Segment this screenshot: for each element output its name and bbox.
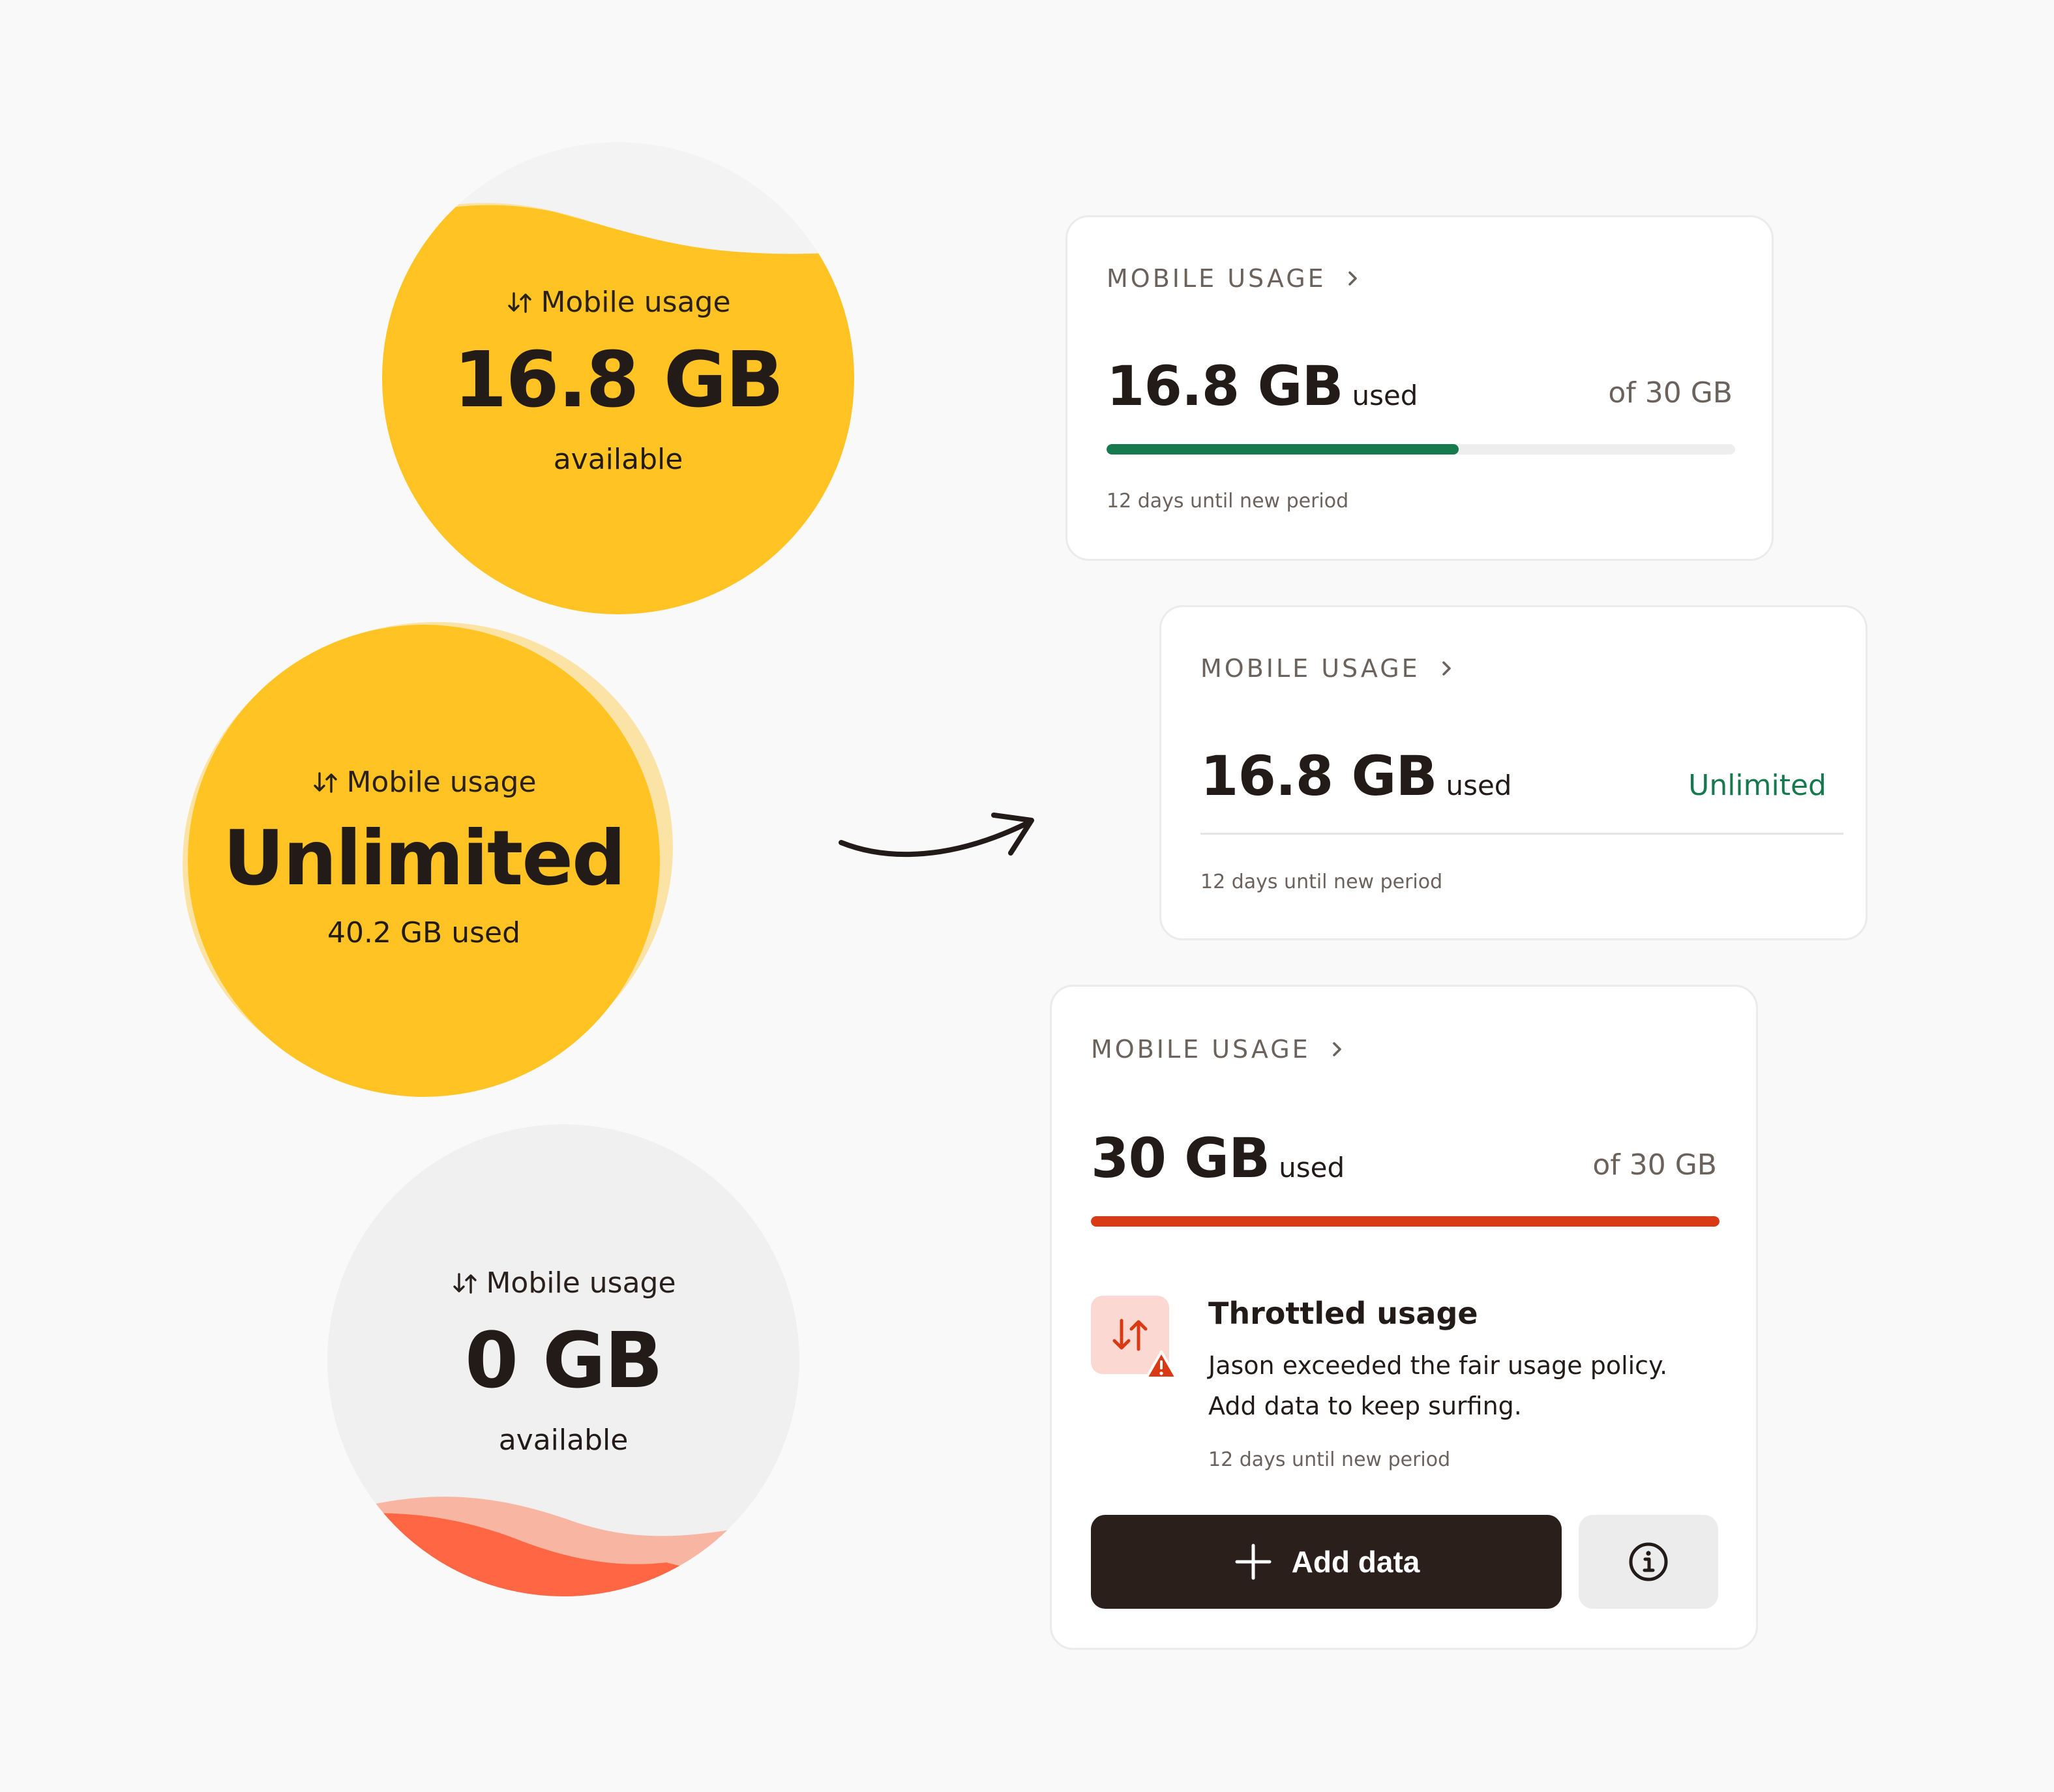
divider xyxy=(1200,833,1843,835)
circle-label: Mobile usage xyxy=(451,1266,676,1300)
circle-value: Unlimited xyxy=(222,814,626,903)
usage-progress-bar xyxy=(1107,444,1735,455)
circle-label-text: Mobile usage xyxy=(486,1266,676,1300)
usage-row: 30 GB used xyxy=(1091,1126,1345,1190)
card-header-text: MOBILE USAGE xyxy=(1091,1035,1311,1064)
card-header-text: MOBILE USAGE xyxy=(1200,654,1420,683)
circle-sub: available xyxy=(498,1424,629,1457)
chevron-right-icon xyxy=(1332,1042,1341,1056)
chevron-right-icon xyxy=(1348,271,1357,286)
circle-label: Mobile usage xyxy=(505,286,731,319)
usage-circle-unlimited: Mobile usage Unlimited 40.2 GB used xyxy=(180,621,679,1097)
unlimited-text: Unlimited xyxy=(1688,769,1826,802)
usage-card-unlimited[interactable]: MOBILE USAGE 16.8 GB used Unlimited 12 d… xyxy=(1159,605,1868,940)
circle-label-text: Mobile usage xyxy=(346,766,537,799)
throttle-description: Jason exceeded the fair usage policy. Ad… xyxy=(1208,1351,1668,1420)
arrows-up-down-icon xyxy=(508,291,532,313)
usage-row: 16.8 GB used xyxy=(1107,354,1418,418)
quota-text: of 30 GB xyxy=(1608,376,1733,410)
quota-text: of 30 GB xyxy=(1592,1148,1717,1182)
used-value: 30 GB xyxy=(1091,1126,1270,1190)
circle-label: Mobile usage xyxy=(311,766,537,799)
card-header-text: MOBILE USAGE xyxy=(1107,264,1326,293)
add-data-label: Add data xyxy=(1291,1545,1420,1579)
usage-row: 16.8 GB used xyxy=(1200,744,1511,808)
chevron-right-icon xyxy=(1442,661,1451,676)
usage-progress-bar xyxy=(1091,1216,1719,1227)
period-text: 12 days until new period xyxy=(1107,490,1349,513)
throttle-title: Throttled usage xyxy=(1208,1296,1478,1331)
used-label: used xyxy=(1446,769,1512,801)
circle-sub: available xyxy=(553,443,683,476)
used-label: used xyxy=(1352,380,1418,411)
circle-sub: 40.2 GB used xyxy=(327,916,521,949)
used-label: used xyxy=(1279,1152,1345,1184)
usage-card-throttled[interactable]: MOBILE USAGE 30 GB used of 30 GB Throttl… xyxy=(1050,985,1758,1650)
used-value: 16.8 GB xyxy=(1107,354,1343,418)
info-button[interactable] xyxy=(1579,1515,1718,1609)
usage-progress-fill xyxy=(1091,1216,1719,1227)
period-text: 12 days until new period xyxy=(1200,871,1443,893)
arrows-up-down-icon xyxy=(453,1272,477,1294)
used-value: 16.8 GB xyxy=(1200,744,1437,808)
usage-progress-fill xyxy=(1107,444,1459,455)
info-icon xyxy=(1629,1542,1668,1581)
transition-arrow-icon xyxy=(839,813,1034,858)
warning-icon xyxy=(1145,1351,1178,1379)
plus-icon xyxy=(1235,1544,1272,1580)
circle-label-text: Mobile usage xyxy=(541,286,731,319)
period-text: 12 days until new period xyxy=(1208,1448,1451,1471)
card-header-link[interactable]: MOBILE USAGE xyxy=(1200,654,1457,683)
circle-value: 0 GB xyxy=(465,1315,663,1405)
usage-card-limited[interactable]: MOBILE USAGE 16.8 GB used of 30 GB 12 da… xyxy=(1065,215,1774,561)
card-header-link[interactable]: MOBILE USAGE xyxy=(1107,264,1363,293)
arrows-up-down-icon xyxy=(314,771,338,793)
circle-value: 16.8 GB xyxy=(453,335,784,425)
usage-circle-available: Mobile usage 16.8 GB available xyxy=(382,140,854,616)
add-data-button[interactable]: Add data xyxy=(1091,1515,1562,1609)
card-header-link[interactable]: MOBILE USAGE xyxy=(1091,1035,1347,1064)
usage-circle-empty: Mobile usage 0 GB available xyxy=(327,1124,799,1596)
